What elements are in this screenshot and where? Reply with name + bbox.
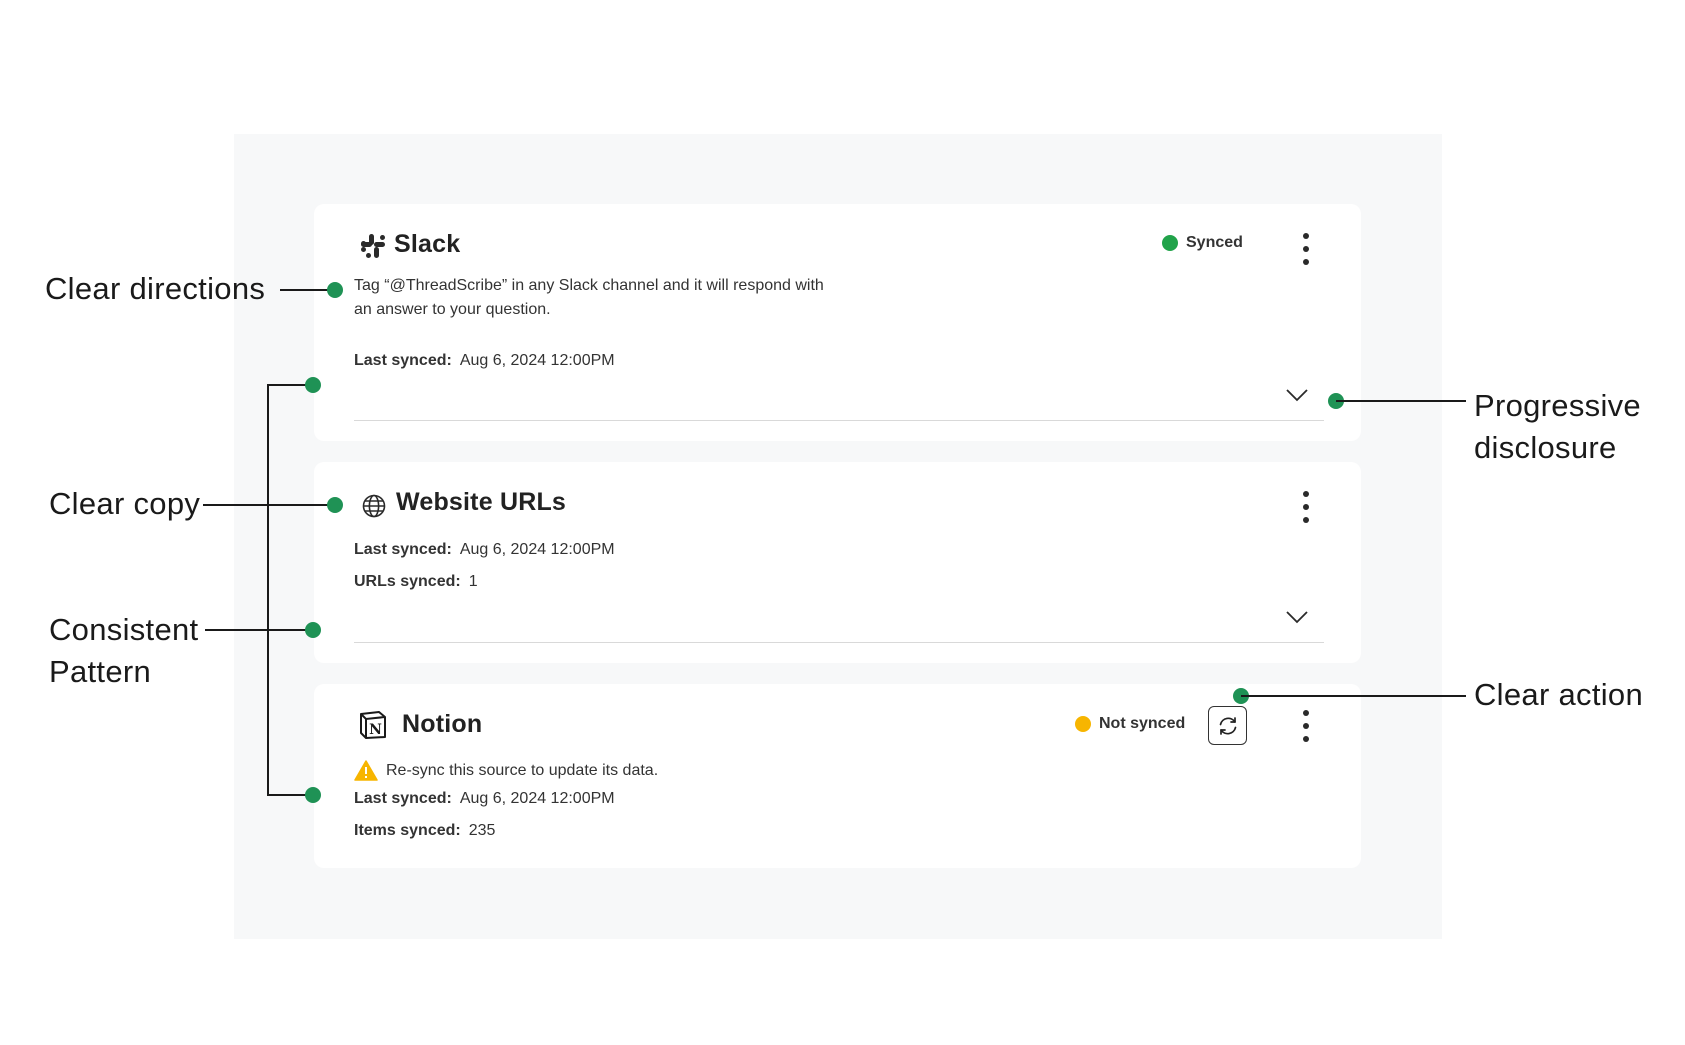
status-badge: Not synced xyxy=(1075,715,1185,733)
annotation-connector xyxy=(203,504,336,506)
kebab-dot xyxy=(1303,246,1309,252)
refresh-icon xyxy=(1219,716,1236,735)
last-synced-value: Aug 6, 2024 12:00PM xyxy=(459,790,615,807)
annotation-marker xyxy=(327,497,343,513)
status-text: Synced xyxy=(1186,234,1243,251)
chevron-down-icon[interactable] xyxy=(1285,388,1309,402)
kebab-dot xyxy=(1303,259,1309,265)
annotation-consistent-pattern-line2: Pattern xyxy=(49,654,152,689)
urls-synced-label: URLs synced: xyxy=(354,573,461,590)
last-synced-value: Aug 6, 2024 12:00PM xyxy=(459,352,615,369)
annotation-connector xyxy=(1241,695,1466,697)
slack-description-line1: Tag “@ThreadScribe” in any Slack channel… xyxy=(354,277,824,294)
website-title: Website URLs xyxy=(396,488,567,516)
kebab-dot xyxy=(1303,517,1309,523)
chevron-down-icon[interactable] xyxy=(1285,610,1309,624)
annotation-bracket xyxy=(267,384,269,796)
annotation-clear-directions: Clear directions xyxy=(45,271,266,306)
annotation-progressive-disclosure-line1: Progressive xyxy=(1474,388,1641,423)
items-synced-label: Items synced: xyxy=(354,822,461,839)
kebab-dot xyxy=(1303,491,1309,497)
urls-synced-row: URLs synced: 1 xyxy=(354,573,478,591)
kebab-dot xyxy=(1303,736,1309,742)
kebab-dot xyxy=(1303,233,1309,239)
website-card: Website URLs Last synced: Aug 6, 2024 12:… xyxy=(314,462,1361,663)
svg-text:N: N xyxy=(369,722,382,738)
warning-icon xyxy=(354,760,378,781)
annotation-marker xyxy=(327,282,343,298)
annotation-marker xyxy=(305,787,321,803)
more-options-button[interactable] xyxy=(1294,233,1318,265)
items-synced-row: Items synced: 235 xyxy=(354,822,495,840)
slack-title: Slack xyxy=(394,230,461,258)
divider xyxy=(354,642,1324,643)
resync-warning-text: Re-sync this source to update its data. xyxy=(386,762,659,779)
urls-synced-value: 1 xyxy=(468,573,478,590)
notion-title: Notion xyxy=(402,710,483,738)
kebab-dot xyxy=(1303,710,1309,716)
annotation-clear-copy: Clear copy xyxy=(49,486,201,521)
annotation-connector xyxy=(1336,400,1466,402)
annotation-clear-action: Clear action xyxy=(1474,677,1644,712)
more-options-button[interactable] xyxy=(1294,491,1318,523)
annotation-connector xyxy=(205,629,314,631)
synced-dot xyxy=(1162,235,1178,251)
slack-description-line2: an answer to your question. xyxy=(354,301,551,318)
annotation-marker xyxy=(305,622,321,638)
last-synced-row: Last synced: Aug 6, 2024 12:00PM xyxy=(354,352,615,370)
divider xyxy=(354,420,1324,421)
annotation-progressive-disclosure-line2: disclosure xyxy=(1474,430,1617,465)
status-badge: Synced xyxy=(1162,234,1243,252)
kebab-dot xyxy=(1303,504,1309,510)
annotation-consistent-pattern-line1: Consistent xyxy=(49,612,199,647)
not-synced-dot xyxy=(1075,716,1091,732)
slack-card: Slack Synced Tag “@ThreadScribe” in any … xyxy=(314,204,1361,441)
items-synced-value: 235 xyxy=(468,822,496,839)
notion-card: N Notion Not synced Re-sync this source … xyxy=(314,684,1361,868)
last-synced-value: Aug 6, 2024 12:00PM xyxy=(459,541,615,558)
last-synced-label: Last synced: xyxy=(354,352,452,369)
notion-icon: N xyxy=(360,711,386,739)
last-synced-label: Last synced: xyxy=(354,541,452,558)
more-options-button[interactable] xyxy=(1294,710,1318,742)
resync-button[interactable] xyxy=(1208,706,1247,745)
status-text: Not synced xyxy=(1099,715,1186,732)
slack-icon xyxy=(361,234,385,258)
annotation-marker xyxy=(305,377,321,393)
last-synced-label: Last synced: xyxy=(354,790,452,807)
last-synced-row: Last synced: Aug 6, 2024 12:00PM xyxy=(354,541,615,559)
globe-icon xyxy=(362,494,386,518)
last-synced-row: Last synced: Aug 6, 2024 12:00PM xyxy=(354,790,615,808)
kebab-dot xyxy=(1303,723,1309,729)
